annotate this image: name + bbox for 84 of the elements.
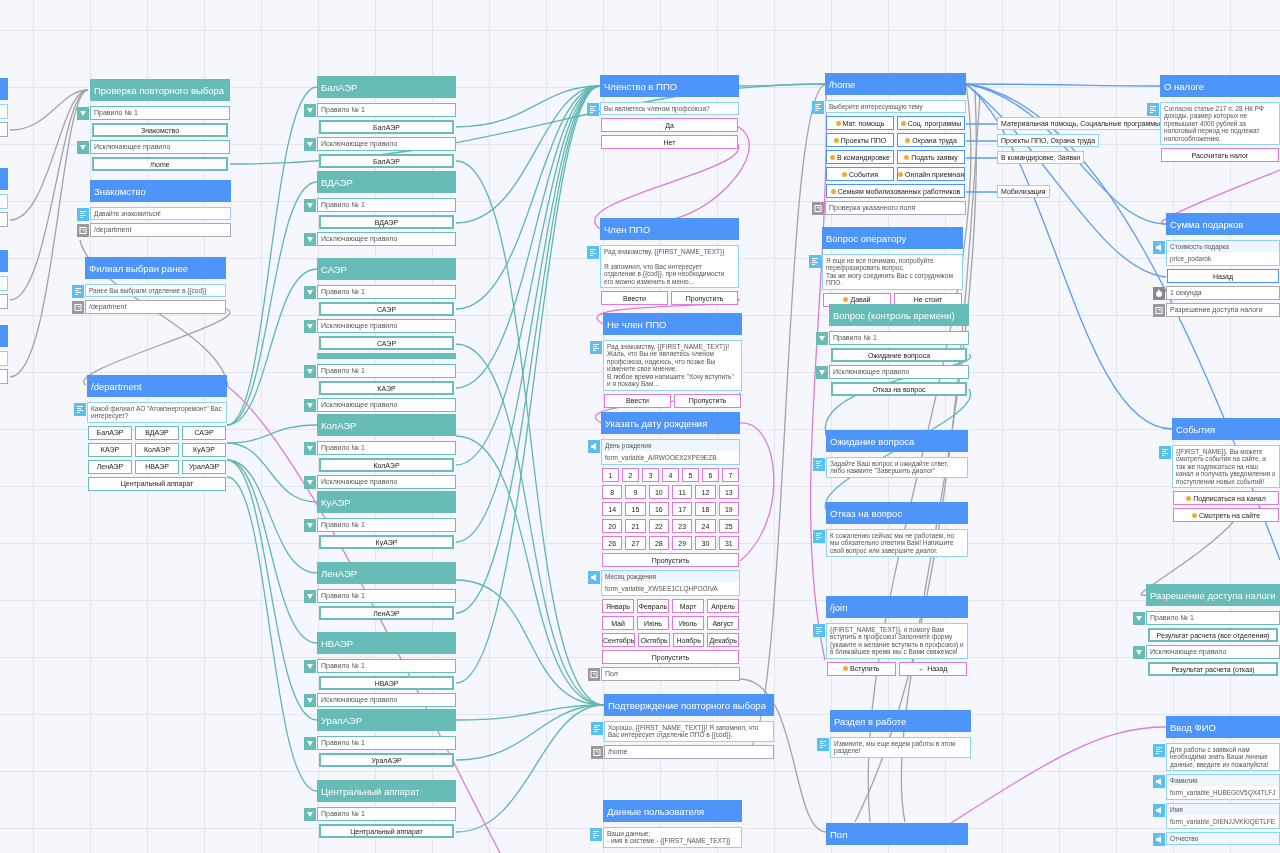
node-header: Указать дату рождения bbox=[601, 412, 740, 434]
goto-icon bbox=[1153, 303, 1165, 316]
input-icon bbox=[588, 570, 600, 583]
text-icon bbox=[813, 457, 825, 470]
filter-icon bbox=[304, 441, 316, 454]
filter-icon bbox=[304, 319, 316, 332]
goto-icon bbox=[588, 667, 600, 680]
node-header: Филиал выбран ранее bbox=[85, 257, 226, 279]
text-icon bbox=[813, 623, 825, 636]
input-icon bbox=[1153, 832, 1165, 846]
filter-icon bbox=[77, 140, 89, 153]
filter-icon bbox=[77, 106, 89, 119]
text-icon bbox=[590, 827, 602, 840]
filter-icon bbox=[304, 736, 316, 749]
text-icon bbox=[74, 402, 86, 415]
filter-icon bbox=[816, 331, 828, 344]
text-icon bbox=[1159, 445, 1171, 458]
node-header: Центральный аппарат bbox=[317, 780, 456, 802]
text-icon bbox=[72, 284, 84, 297]
goto-icon bbox=[77, 223, 89, 237]
node-header: КолАЭР bbox=[317, 414, 456, 436]
node-header: Сумма подарков bbox=[1166, 213, 1280, 235]
goto-icon bbox=[591, 744, 603, 758]
node-header: ВДАЭР bbox=[317, 171, 456, 193]
goto-icon bbox=[812, 201, 824, 215]
goto-icon bbox=[72, 300, 84, 314]
text-icon bbox=[591, 721, 603, 734]
node-header: Разрешение доступа налоги bbox=[1146, 584, 1280, 606]
filter-icon bbox=[304, 475, 316, 488]
input-icon bbox=[1153, 774, 1165, 788]
filter-icon bbox=[1133, 645, 1145, 658]
filter-icon bbox=[304, 364, 316, 377]
node-header: КуАЭР bbox=[317, 491, 456, 513]
node-header: /join bbox=[826, 596, 968, 618]
input-icon bbox=[588, 439, 600, 452]
filter-icon bbox=[304, 589, 316, 602]
input-icon bbox=[1153, 803, 1165, 817]
filter-icon bbox=[304, 285, 316, 298]
node-header: ЛенАЭР bbox=[317, 562, 456, 584]
text-icon bbox=[813, 529, 825, 542]
text-icon bbox=[77, 207, 89, 220]
filter-icon bbox=[304, 398, 316, 411]
text-icon bbox=[1153, 743, 1165, 756]
filter-icon bbox=[304, 232, 316, 245]
node-header: Пол bbox=[826, 823, 968, 845]
node-header: /home bbox=[825, 73, 966, 95]
node-header: Ввод ФИО bbox=[1166, 716, 1280, 738]
node-header: НВАЭР bbox=[317, 632, 456, 654]
filter-icon bbox=[304, 807, 316, 820]
node-header: УралАЭР bbox=[317, 709, 456, 731]
text-icon bbox=[1147, 102, 1159, 115]
node-header: Проверка повторного выбора bbox=[90, 79, 230, 101]
node-header: Вопрос оператору bbox=[822, 227, 963, 249]
filter-icon bbox=[304, 137, 316, 150]
node-header: О налоге bbox=[1160, 75, 1280, 97]
node-header: Подтверждение повторного выбора bbox=[604, 694, 774, 716]
node-header: Членство в ППО bbox=[600, 75, 739, 97]
node-header: События bbox=[1172, 418, 1280, 440]
node-header: Вопрос (контроль времени) bbox=[829, 304, 969, 326]
node-header: САЭР bbox=[317, 258, 456, 280]
text-icon bbox=[587, 245, 599, 258]
filter-icon bbox=[816, 365, 828, 378]
node-header: Знакомство bbox=[90, 180, 231, 202]
text-icon bbox=[590, 340, 602, 353]
filter-icon bbox=[304, 693, 316, 706]
node-header: Раздел в работе bbox=[830, 710, 971, 732]
node-header: Данные пользователя bbox=[603, 800, 742, 822]
node-header: Не член ППО bbox=[603, 313, 742, 335]
filter-icon bbox=[304, 103, 316, 116]
input-icon bbox=[1153, 240, 1165, 253]
filter-icon bbox=[304, 198, 316, 211]
text-icon bbox=[812, 100, 824, 113]
filter-icon bbox=[304, 659, 316, 672]
text-icon bbox=[817, 737, 829, 750]
node-header: Отказ на вопрос bbox=[826, 502, 968, 524]
node-header: Член ППО bbox=[600, 218, 739, 240]
node-header: БалАЭР bbox=[317, 76, 456, 98]
text-icon bbox=[587, 102, 599, 115]
filter-icon bbox=[304, 518, 316, 531]
filter-icon bbox=[1133, 611, 1145, 624]
node-header: Ожидание вопроса bbox=[826, 430, 968, 452]
text-icon bbox=[809, 254, 821, 267]
timer-icon bbox=[1153, 286, 1165, 299]
node-header: /department bbox=[87, 375, 227, 397]
